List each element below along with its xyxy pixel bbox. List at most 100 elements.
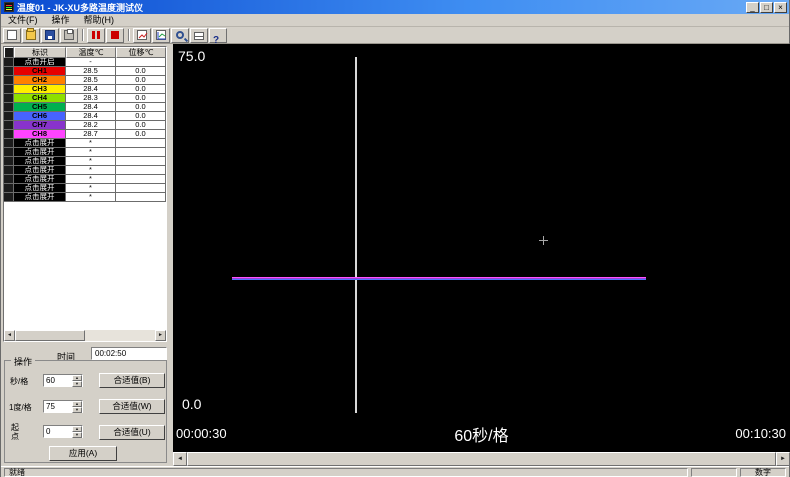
- x-axis-scale-label: 60秒/格: [454, 428, 509, 445]
- origin-stepper[interactable]: 0: [43, 425, 83, 438]
- chart-line-icon: [137, 30, 148, 40]
- row-indicator: [4, 175, 14, 184]
- channel-row[interactable]: CH7 28.2 0.0: [4, 121, 166, 130]
- channel-expand-row[interactable]: 点击展开 *: [4, 139, 166, 148]
- seconds-per-grid-stepper[interactable]: 60: [43, 374, 83, 387]
- channel-label-cell[interactable]: CH8: [14, 130, 66, 139]
- row-indicator: [4, 166, 14, 175]
- disp-cell: 0.0: [116, 94, 166, 103]
- stop-acquisition-button[interactable]: [106, 27, 124, 43]
- chart-cursor-line[interactable]: [355, 57, 357, 413]
- scroll-left-icon[interactable]: [4, 330, 15, 341]
- fit-value-button-3[interactable]: 合适值(U): [99, 425, 165, 440]
- menu-operate[interactable]: 操作: [45, 14, 77, 26]
- export-button[interactable]: [190, 27, 208, 43]
- minimize-button[interactable]: _: [746, 1, 759, 13]
- scrollbar-thumb[interactable]: [15, 330, 85, 341]
- channel-label-cell[interactable]: CH6: [14, 112, 66, 121]
- spinner-down-icon[interactable]: [72, 381, 82, 387]
- chart-display-button[interactable]: [133, 27, 151, 43]
- menu-help[interactable]: 帮助(H): [77, 14, 122, 26]
- help-button[interactable]: [209, 27, 227, 43]
- channel-expand-row[interactable]: 点击展开 *: [4, 157, 166, 166]
- open-file-button[interactable]: [22, 27, 40, 43]
- row-indicator: [4, 58, 14, 67]
- channel-expand-cell[interactable]: 点击展开: [14, 193, 66, 202]
- spinner-down-icon[interactable]: [72, 407, 82, 413]
- fit-value-button-2[interactable]: 合适值(W): [99, 399, 165, 414]
- channel-row[interactable]: CH2 28.5 0.0: [4, 76, 166, 85]
- chart-horizontal-scrollbar[interactable]: [173, 452, 790, 466]
- channel-expand-row[interactable]: 点击展开 *: [4, 193, 166, 202]
- channel-expand-cell[interactable]: 点击展开: [14, 184, 66, 193]
- channel-label-cell[interactable]: CH3: [14, 85, 66, 94]
- scroll-right-icon[interactable]: [776, 452, 790, 466]
- pause-acquisition-button[interactable]: [87, 27, 105, 43]
- row-indicator: [4, 157, 14, 166]
- toolbar-separator: [82, 29, 84, 41]
- channel-label-cell[interactable]: CH4: [14, 94, 66, 103]
- temp-cell: *: [66, 139, 116, 148]
- temp-cell: *: [66, 175, 116, 184]
- channel-expand-row[interactable]: 点击展开 *: [4, 175, 166, 184]
- channel-expand-row[interactable]: 点击展开 *: [4, 166, 166, 175]
- new-file-button[interactable]: [3, 27, 21, 43]
- fit-value-button-1[interactable]: 合适值(B): [99, 373, 165, 388]
- save-floppy-icon: [45, 30, 55, 40]
- zoom-button[interactable]: [171, 27, 189, 43]
- channel-label-cell[interactable]: CH1: [14, 67, 66, 76]
- scroll-right-icon[interactable]: [155, 330, 166, 341]
- channel-expand-row[interactable]: 点击展开 *: [4, 184, 166, 193]
- channel-row[interactable]: CH1 28.5 0.0: [4, 67, 166, 76]
- scrollbar-track[interactable]: [187, 452, 776, 466]
- degrees-per-grid-value[interactable]: 75: [44, 401, 72, 412]
- channel-expand-cell[interactable]: 点击展开: [14, 139, 66, 148]
- chart-scale-button[interactable]: [152, 27, 170, 43]
- channel-expand-cell[interactable]: 点击展开: [14, 148, 66, 157]
- list-horizontal-scrollbar[interactable]: [4, 330, 166, 341]
- channel-expand-cell[interactable]: 点击展开: [14, 166, 66, 175]
- print-button[interactable]: [60, 27, 78, 43]
- scroll-left-icon[interactable]: [173, 452, 187, 466]
- channel-row[interactable]: CH4 28.3 0.0: [4, 94, 166, 103]
- channel-enable-row[interactable]: 点击开启 -: [4, 58, 166, 67]
- scrollbar-thumb[interactable]: [187, 452, 776, 466]
- channel-expand-row[interactable]: 点击展开 *: [4, 148, 166, 157]
- channel-label-cell[interactable]: CH5: [14, 103, 66, 112]
- seconds-per-grid-value[interactable]: 60: [44, 375, 72, 386]
- maximize-button[interactable]: □: [760, 1, 773, 13]
- operation-groupbox: 操作 秒/格 60 合适值(B) 1度/格 75 合适值(W) 起点 0 合适值…: [4, 355, 167, 463]
- disp-cell: [116, 193, 166, 202]
- scrollbar-track[interactable]: [15, 330, 155, 341]
- save-file-button[interactable]: [41, 27, 59, 43]
- row-indicator: [4, 139, 14, 148]
- row-indicator: [4, 121, 14, 130]
- close-button[interactable]: ×: [774, 1, 787, 13]
- channel-row[interactable]: CH6 28.4 0.0: [4, 112, 166, 121]
- help-icon: [213, 30, 223, 40]
- magnifier-icon: [176, 31, 184, 39]
- app-window: 温度01 - JK-XU多路温度测试仪 _ □ × 文件(F) 操作 帮助(H): [0, 0, 790, 477]
- apply-button[interactable]: 应用(A): [49, 446, 117, 461]
- header-label: 标识: [14, 47, 66, 58]
- channel-enable-cell[interactable]: 点击开启: [14, 58, 66, 67]
- channel-expand-cell[interactable]: 点击展开: [14, 175, 66, 184]
- spinner-down-icon[interactable]: [72, 432, 82, 438]
- channel-row[interactable]: CH3 28.4 0.0: [4, 85, 166, 94]
- menu-file[interactable]: 文件(F): [1, 14, 45, 26]
- elapsed-time-field: 00:02:50: [91, 347, 167, 360]
- channel-row[interactable]: CH8 28.7 0.0: [4, 130, 166, 139]
- channel-label-cell[interactable]: CH2: [14, 76, 66, 85]
- temp-cell: *: [66, 148, 116, 157]
- row-indicator: [4, 67, 14, 76]
- left-panel: 标识 温度℃ 位移℃ 点击开启 - CH1 28.5 0.0 CH2 28.5: [1, 44, 173, 466]
- channel-label-cell[interactable]: CH7: [14, 121, 66, 130]
- degrees-per-grid-stepper[interactable]: 75: [43, 400, 83, 413]
- y-axis-max-label: 75.0: [178, 48, 206, 64]
- channel-row[interactable]: CH5 28.4 0.0: [4, 103, 166, 112]
- temp-cell: 28.5: [66, 76, 116, 85]
- chart-plot-area[interactable]: 75.0 0.0 00:00:30 60秒/格 00:10:30: [173, 44, 790, 452]
- chart-trace-CH7: [232, 278, 646, 280]
- channel-expand-cell[interactable]: 点击展开: [14, 157, 66, 166]
- origin-value[interactable]: 0: [44, 426, 72, 437]
